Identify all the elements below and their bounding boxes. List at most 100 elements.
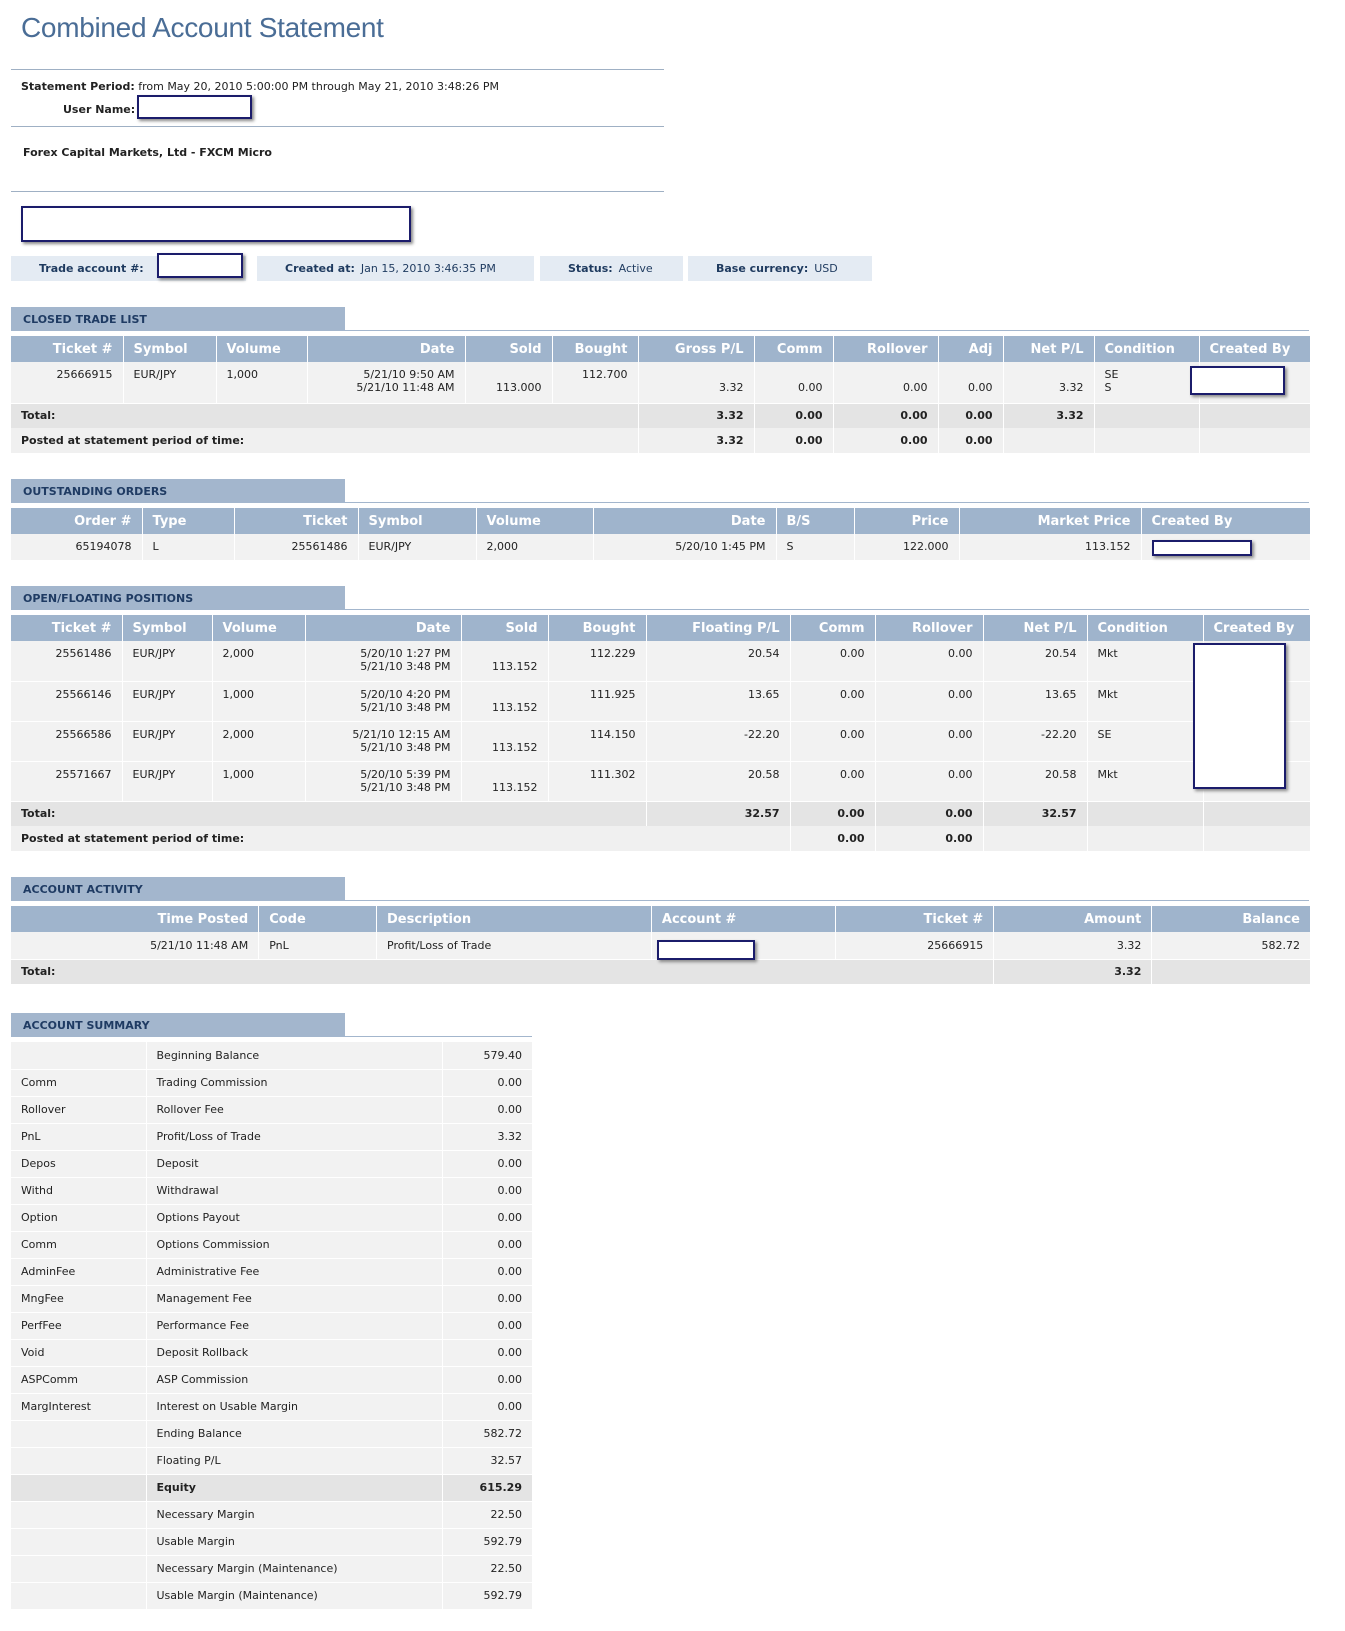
cell-comm: 0.00 bbox=[789, 721, 875, 762]
cell-condition-open: SE bbox=[1104, 368, 1119, 381]
cell-ticket: 25666915 bbox=[11, 362, 123, 404]
col-volume: Volume bbox=[215, 336, 307, 362]
cell-time: 5/21/10 11:48 AM bbox=[11, 932, 259, 960]
total-amount: 3.32 bbox=[993, 959, 1152, 984]
base-currency-label: Base currency: bbox=[716, 262, 809, 275]
cell-rollover-value: 0.00 bbox=[948, 727, 973, 741]
cell-code: PnL bbox=[258, 932, 377, 960]
divider bbox=[11, 69, 664, 70]
col-date: Date bbox=[306, 336, 465, 362]
cell-balance: 582.72 bbox=[1151, 932, 1310, 960]
cell-rollover-value: 0.00 bbox=[948, 687, 973, 701]
cell-ticket-value: 25566146 bbox=[55, 687, 112, 701]
cell-bought-value: 111.302 bbox=[590, 767, 636, 781]
col-created-by: Created By bbox=[1198, 336, 1310, 362]
summary-value: 0.00 bbox=[441, 1339, 532, 1367]
summary-description: Usable Margin bbox=[145, 1528, 442, 1556]
col-ticket: Ticket # bbox=[835, 906, 994, 932]
summary-code: Option bbox=[11, 1204, 146, 1232]
cell-bought: 112.700 bbox=[551, 362, 638, 404]
posted-rollover: 0.00 bbox=[832, 428, 938, 453]
cell-sold-value: 113.000 bbox=[496, 381, 542, 394]
summary-row: Equity 615.29 bbox=[11, 1474, 532, 1502]
created-at-label: Created at: bbox=[285, 262, 355, 275]
cell-sold: 113.152 bbox=[460, 641, 548, 682]
cell-condition: Mkt bbox=[1086, 641, 1203, 682]
summary-row: Usable Margin 592.79 bbox=[11, 1528, 532, 1556]
table-header-row: Ticket # Symbol Volume Date Sold Bought … bbox=[11, 615, 1310, 641]
summary-row: ASPComm ASP Commission 0.00 bbox=[11, 1366, 532, 1394]
table-row: 25566586 EUR/JPY 2,000 5/21/10 12:15 AM 5/21… bbox=[11, 721, 1310, 762]
cell-net-value: -22.20 bbox=[1041, 727, 1077, 741]
statement-period-value: from May 20, 2010 5:00:00 PM through May… bbox=[138, 80, 500, 93]
col-date: Date bbox=[592, 508, 776, 534]
table-row: 25566146 EUR/JPY 1,000 5/20/10 4:20 PM 5/21/… bbox=[11, 681, 1310, 722]
base-currency-value: USD bbox=[814, 262, 838, 275]
summary-description: ASP Commission bbox=[145, 1366, 442, 1394]
posted-row: Posted at statement period of time: 0.00… bbox=[11, 826, 1310, 851]
cell-condition-value: Mkt bbox=[1097, 687, 1118, 701]
cell-bought: 114.150 bbox=[547, 721, 646, 762]
summary-row: Comm Options Commission 0.00 bbox=[11, 1231, 532, 1259]
summary-description: Performance Fee bbox=[145, 1312, 442, 1340]
total-rollover: 0.00 bbox=[874, 801, 983, 826]
outstanding-orders-heading: OUTSTANDING ORDERS bbox=[11, 479, 345, 503]
cell-volume-value: 1,000 bbox=[222, 767, 255, 781]
summary-description: Management Fee bbox=[145, 1285, 442, 1313]
summary-description: Necessary Margin (Maintenance) bbox=[145, 1555, 442, 1583]
redacted-created-by bbox=[1152, 540, 1252, 556]
cell-comm-value: 0.00 bbox=[840, 727, 865, 741]
cell-sold: 113.152 bbox=[460, 681, 548, 722]
total-net: 3.32 bbox=[1002, 403, 1094, 428]
cell-sold-value: 113.152 bbox=[492, 700, 538, 714]
cell-symbol: EUR/JPY bbox=[121, 721, 212, 762]
col-symbol: Symbol bbox=[121, 615, 212, 641]
col-net-pl: Net P/L bbox=[982, 615, 1087, 641]
summary-row: Beginning Balance 579.40 bbox=[11, 1042, 532, 1070]
cell-floating-pl: 20.58 bbox=[645, 761, 790, 802]
cell-condition: SE bbox=[1086, 721, 1203, 762]
total-label: Total: bbox=[11, 403, 638, 428]
closed-trades-table: Ticket # Symbol Volume Date Sold Bought … bbox=[11, 336, 1310, 453]
cell-comm: 0.00 bbox=[789, 641, 875, 682]
summary-description: Floating P/L bbox=[145, 1447, 442, 1475]
cell-floating-value: -22.20 bbox=[744, 727, 780, 741]
cell-ticket: 25666915 bbox=[835, 932, 994, 960]
summary-code bbox=[11, 1555, 146, 1583]
cell-sold: 113.152 bbox=[460, 761, 548, 802]
cell-date: 5/20/10 1:45 PM bbox=[592, 534, 776, 561]
closed-trades-heading: CLOSED TRADE LIST bbox=[11, 307, 345, 331]
cell-volume: 2,000 bbox=[211, 641, 305, 682]
cell-bought: 111.925 bbox=[547, 681, 646, 722]
divider bbox=[11, 126, 664, 127]
col-date: Date bbox=[304, 615, 461, 641]
summary-value: 0.00 bbox=[441, 1393, 532, 1421]
col-rollover: Rollover bbox=[832, 336, 938, 362]
col-symbol: Symbol bbox=[357, 508, 476, 534]
summary-description: Beginning Balance bbox=[145, 1042, 442, 1070]
col-condition: Condition bbox=[1093, 336, 1199, 362]
col-symbol: Symbol bbox=[122, 336, 216, 362]
cell-date-open: 5/20/10 4:20 PM bbox=[360, 687, 451, 701]
col-ticket: Ticket bbox=[233, 508, 358, 534]
cell-net-pl: 13.65 bbox=[982, 681, 1087, 722]
col-ticket: Ticket # bbox=[11, 615, 122, 641]
account-summary-heading: ACCOUNT SUMMARY bbox=[11, 1013, 345, 1037]
divider bbox=[11, 191, 664, 192]
cell-gross-pl: 3.32 bbox=[637, 362, 754, 404]
cell-condition: Mkt bbox=[1086, 761, 1203, 802]
summary-row: Necessary Margin (Maintenance) 22.50 bbox=[11, 1555, 532, 1583]
col-type: Type bbox=[141, 508, 234, 534]
cell-symbol-value: EUR/JPY bbox=[132, 767, 176, 781]
summary-code bbox=[11, 1501, 146, 1529]
cell-floating-pl: -22.20 bbox=[645, 721, 790, 762]
cell-condition-close: S bbox=[1104, 381, 1112, 394]
col-comm: Comm bbox=[753, 336, 833, 362]
summary-code: Void bbox=[11, 1339, 146, 1367]
divider bbox=[345, 330, 1309, 331]
summary-code: Rollover bbox=[11, 1096, 146, 1124]
posted-adj: 0.00 bbox=[937, 428, 1003, 453]
col-volume: Volume bbox=[211, 615, 305, 641]
cell-volume: 1,000 bbox=[215, 362, 307, 404]
cell-rollover: 0.00 bbox=[874, 681, 983, 722]
